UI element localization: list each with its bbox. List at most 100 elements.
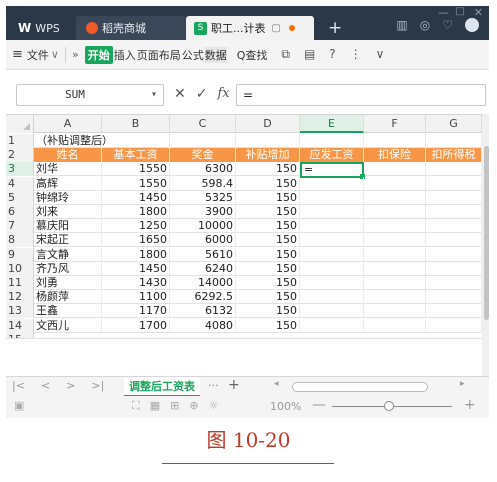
cell[interactable]	[364, 176, 426, 191]
scroll-right-icon[interactable]: ▸	[460, 379, 465, 389]
cell[interactable]	[426, 190, 482, 205]
chevron-down-icon[interactable]: ▾	[151, 85, 157, 105]
new-tab-button[interactable]: +	[328, 18, 342, 38]
gross-pay-cell[interactable]	[300, 205, 364, 219]
name-cell[interactable]: 言文静	[34, 247, 102, 262]
tab-data[interactable]: 数据	[204, 46, 227, 63]
bonus-cell[interactable]: 6292.5	[170, 290, 236, 305]
cell[interactable]	[364, 247, 426, 262]
base-salary-cell[interactable]: 1650	[102, 233, 170, 248]
expand-icon[interactable]: »	[72, 48, 79, 61]
cell[interactable]	[364, 134, 426, 148]
gross-pay-cell[interactable]	[300, 247, 364, 262]
subsidy-cell[interactable]: 150	[236, 290, 300, 305]
column-header-f[interactable]: F	[364, 115, 426, 133]
name-cell[interactable]: 宋起正	[34, 233, 102, 248]
cell[interactable]	[426, 276, 482, 290]
chevron-down-icon[interactable]: ∨	[51, 48, 59, 61]
cell[interactable]	[364, 190, 426, 205]
add-sheet-button[interactable]: +	[228, 377, 240, 393]
collapse-icon[interactable]: ∨	[376, 47, 385, 62]
cell[interactable]	[364, 318, 426, 333]
gross-pay-cell[interactable]	[300, 219, 364, 234]
function-icon[interactable]: fx	[217, 86, 229, 102]
vertical-scroll-thumb[interactable]	[484, 146, 489, 320]
tab-page-layout[interactable]: 页面布局	[137, 47, 181, 63]
subsidy-cell[interactable]: 150	[236, 205, 300, 219]
cell[interactable]	[426, 290, 482, 305]
name-box[interactable]: SUM ▾	[16, 84, 164, 106]
name-cell[interactable]: 杨颜萍	[34, 290, 102, 305]
subsidy-cell[interactable]: 150	[236, 162, 300, 177]
cell[interactable]	[300, 134, 364, 148]
gross-pay-cell[interactable]	[300, 190, 364, 205]
scroll-left-icon[interactable]: ◂	[274, 379, 279, 389]
cell[interactable]	[426, 233, 482, 248]
bonus-cell[interactable]: 10000	[170, 219, 236, 234]
skin-icon[interactable]: ◎	[420, 18, 430, 32]
column-title[interactable]: 姓名	[34, 148, 102, 163]
layout-icon[interactable]: ▥	[396, 18, 407, 32]
avatar-icon[interactable]	[465, 18, 479, 32]
subsidy-cell[interactable]: 150	[236, 176, 300, 191]
cell[interactable]	[364, 233, 426, 248]
row-number[interactable]: 6	[6, 205, 34, 219]
cell[interactable]	[426, 261, 482, 276]
zoom-in-button[interactable]: +	[464, 397, 476, 413]
help-icon[interactable]: ?	[329, 47, 335, 62]
row-number[interactable]: 3	[6, 162, 34, 177]
cell[interactable]	[236, 134, 300, 148]
subsidy-cell[interactable]: 150	[236, 219, 300, 234]
cell[interactable]	[426, 318, 482, 333]
base-salary-cell[interactable]: 1700	[102, 318, 170, 333]
base-salary-cell[interactable]: 1800	[102, 205, 170, 219]
tab-insert[interactable]: 插入	[114, 47, 136, 63]
row-number[interactable]: 12	[6, 290, 34, 305]
cell[interactable]	[364, 205, 426, 219]
name-cell[interactable]: 王鑫	[34, 304, 102, 319]
zoom-level[interactable]: 100%	[270, 400, 301, 413]
column-header-d[interactable]: D	[236, 115, 300, 133]
last-sheet-icon[interactable]: >|	[91, 379, 104, 392]
base-salary-cell[interactable]: 1450	[102, 190, 170, 205]
first-sheet-icon[interactable]: |<	[12, 379, 25, 392]
title-cell[interactable]: （补贴调整后）	[34, 134, 113, 148]
more-icon[interactable]: ⋮	[350, 47, 362, 62]
row-number[interactable]: 9	[6, 247, 34, 262]
active-cell-highlight[interactable]: =	[300, 162, 365, 179]
maximize-icon[interactable]: □	[456, 6, 465, 17]
gross-pay-cell[interactable]	[300, 276, 364, 290]
cell[interactable]	[426, 176, 482, 191]
column-title[interactable]: 补贴增加	[236, 148, 300, 163]
confirm-icon[interactable]: ✓	[196, 86, 208, 102]
subsidy-cell[interactable]: 150	[236, 261, 300, 276]
base-salary-cell[interactable]: 1550	[102, 162, 170, 177]
column-title[interactable]: 奖金	[170, 148, 236, 163]
bonus-cell[interactable]: 3900	[170, 205, 236, 219]
tab-start[interactable]: 开始	[84, 45, 113, 64]
base-salary-cell[interactable]: 1550	[102, 176, 170, 191]
normal-view-icon[interactable]: ▦	[150, 399, 160, 413]
eye-care-icon[interactable]: ☼	[209, 399, 219, 413]
file-menu[interactable]: 文件	[27, 47, 49, 63]
tab-formula[interactable]: 公式	[182, 47, 204, 63]
column-title[interactable]: 扣保险	[364, 148, 426, 163]
column-title[interactable]: 扣所得税	[426, 148, 482, 163]
menu-icon[interactable]: ≡	[12, 47, 23, 62]
row-number[interactable]: 4	[6, 176, 34, 191]
row-number[interactable]: 10	[6, 261, 34, 276]
column-header-g[interactable]: G	[426, 115, 482, 133]
row-number[interactable]: 7	[6, 219, 34, 234]
shirt-icon[interactable]: ♡	[442, 18, 453, 32]
subsidy-cell[interactable]: 150	[236, 318, 300, 333]
name-cell[interactable]: 文西儿	[34, 318, 102, 333]
row-number[interactable]: 2	[6, 148, 34, 163]
more-sheets-button[interactable]: ···	[208, 379, 219, 392]
base-salary-cell[interactable]: 1450	[102, 261, 170, 276]
row-number[interactable]: 1	[6, 134, 34, 148]
bonus-cell[interactable]: 6240	[170, 261, 236, 276]
cell[interactable]	[170, 134, 236, 148]
name-cell[interactable]: 齐乃风	[34, 261, 102, 276]
reading-view-icon[interactable]: ⊕	[189, 399, 198, 413]
cancel-icon[interactable]: ✕	[174, 86, 186, 102]
